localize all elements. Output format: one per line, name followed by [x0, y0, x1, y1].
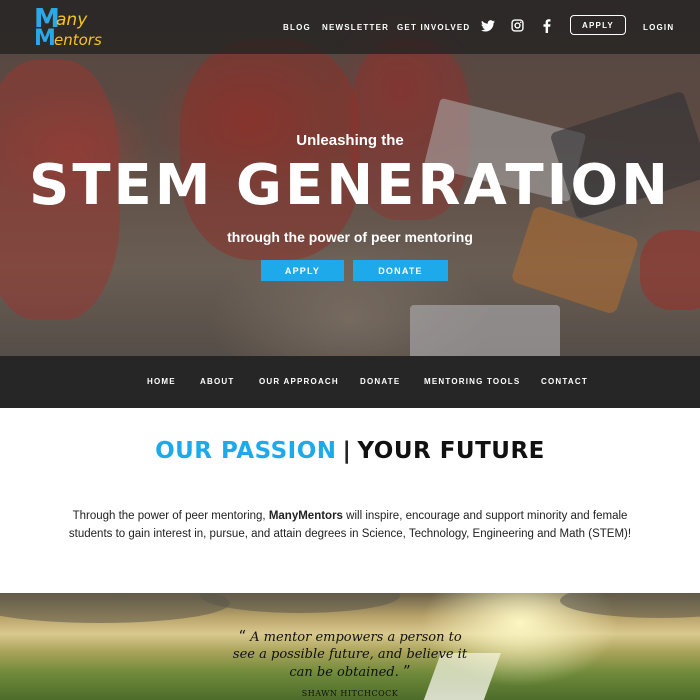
mainnav-about[interactable]: ABOUT [200, 356, 234, 408]
instagram-icon[interactable] [511, 19, 524, 32]
hero-title: STEM GENERATION [29, 153, 671, 218]
mission-text-before: Through the power of peer mentoring, [72, 510, 269, 522]
mainnav-contact[interactable]: CONTACT [541, 356, 588, 408]
heading-our-passion: OUR PASSION [155, 438, 337, 464]
heading-your-future: YOUR FUTURE [357, 438, 545, 464]
hero-donate-button[interactable]: DONATE [353, 260, 448, 281]
mentor-quote: “ A mentor empowers a person to see a po… [230, 628, 470, 681]
quote-text: A mentor empowers a person to see a poss… [232, 630, 468, 680]
hero-apply-button[interactable]: APPLY [261, 260, 344, 281]
mainnav-donate[interactable]: DONATE [360, 356, 400, 408]
nav-blog-link[interactable]: BLOG [283, 23, 311, 32]
hero-tagline: through the power of peer mentoring [227, 229, 473, 245]
mainnav-our-approach[interactable]: OUR APPROACH [259, 356, 339, 408]
mission-brand: ManyMentors [268, 510, 343, 522]
logo-letter-m2: M [34, 26, 56, 51]
logo[interactable]: M any M entors [34, 6, 118, 51]
hero-subtitle: Unleashing the [296, 132, 404, 149]
mission-statement: Through the power of peer mentoring, Man… [60, 507, 640, 543]
twitter-icon[interactable] [481, 20, 495, 32]
quote-author: SHAWN HITCHCOCK [301, 689, 399, 698]
logo-text-any: any [56, 10, 88, 30]
nav-get-involved-link[interactable]: GET INVOLVED [397, 23, 470, 32]
quote-open-mark: “ [238, 627, 247, 645]
apply-top-button[interactable]: APPLY [570, 15, 626, 35]
logo-text-entors: entors [54, 31, 102, 49]
nav-newsletter-link[interactable]: NEWSLETTER [322, 23, 389, 32]
facebook-icon[interactable] [543, 19, 551, 33]
main-nav: HOME ABOUT OUR APPROACH DONATE MENTORING… [0, 356, 700, 408]
quote-close-mark: ” [402, 662, 411, 680]
section-heading: OUR PASSION | YOUR FUTURE [0, 438, 700, 464]
mainnav-home[interactable]: HOME [147, 356, 176, 408]
mainnav-mentoring-tools[interactable]: MENTORING TOOLS [424, 356, 520, 408]
heading-separator: | [342, 438, 352, 464]
nav-login-link[interactable]: LOGIN [643, 23, 674, 32]
